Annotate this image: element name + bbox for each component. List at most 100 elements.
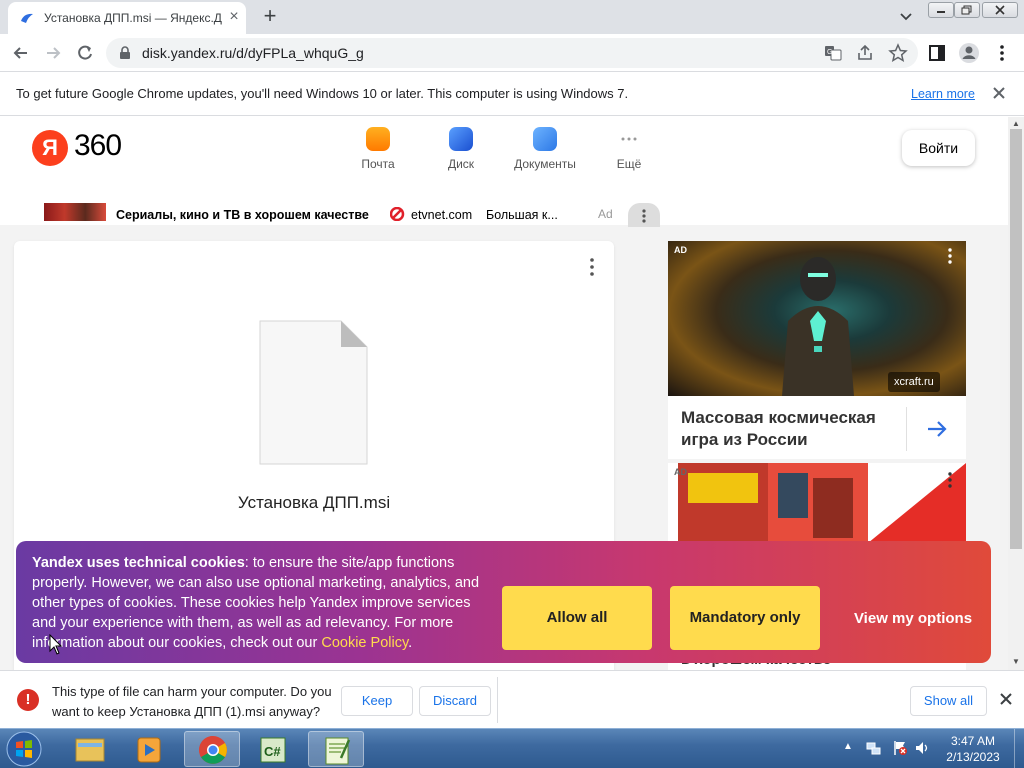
yandex-disk-favicon-icon bbox=[21, 13, 33, 23]
ad-menu-button[interactable] bbox=[628, 203, 660, 227]
address-bar[interactable]: disk.yandex.ru/d/dyFPLa_whquG_g G bbox=[106, 38, 918, 68]
show-all-button[interactable]: Show all bbox=[910, 686, 987, 716]
tab-close-icon[interactable]: × bbox=[224, 7, 244, 27]
scroll-down-arrow-icon[interactable]: ▼ bbox=[1012, 657, 1020, 666]
chrome-icon bbox=[199, 736, 227, 764]
ad-title[interactable]: Массовая космическая игра из России bbox=[681, 407, 891, 451]
tab-search-chevron-icon[interactable] bbox=[896, 6, 916, 26]
minimize-icon bbox=[937, 11, 945, 13]
ad-source[interactable]: xcraft.ru bbox=[888, 372, 940, 392]
arrow-right-icon[interactable] bbox=[923, 415, 951, 443]
mail-icon bbox=[366, 127, 390, 151]
ad-title[interactable]: Сериалы, кино и ТВ в хорошем качестве bbox=[116, 208, 369, 222]
cookie-message-bold: Yandex uses technical cookies bbox=[32, 555, 245, 571]
windows-taskbar: C# ▲ 3:47 AM 2/13/2023 bbox=[0, 728, 1024, 768]
restore-icon bbox=[961, 5, 972, 15]
update-infobar: To get future Google Chrome updates, you… bbox=[0, 72, 1024, 116]
close-icon bbox=[995, 5, 1005, 15]
file-document-icon bbox=[259, 320, 368, 465]
more-dots-icon bbox=[621, 137, 637, 141]
reload-icon[interactable] bbox=[72, 40, 98, 66]
window-minimize-button[interactable] bbox=[928, 2, 954, 18]
bookmark-star-icon[interactable] bbox=[888, 43, 908, 63]
view-my-options-button[interactable]: View my options bbox=[838, 586, 988, 650]
kebab-menu-icon[interactable] bbox=[994, 42, 1010, 64]
service-label: Диск bbox=[447, 157, 475, 171]
tray-expand-icon[interactable]: ▲ bbox=[843, 741, 853, 752]
page-content: Я 360 Почта Диск Документы Ещё Войти Сер… bbox=[0, 117, 1008, 670]
taskbar-media-player[interactable] bbox=[122, 731, 178, 767]
side-ad-game[interactable]: AD xcraft.ru Массовая космическая игра и… bbox=[668, 241, 966, 459]
ad-strip[interactable]: Сериалы, кино и ТВ в хорошем качестве et… bbox=[0, 197, 1008, 227]
windows-start-icon[interactable] bbox=[4, 730, 44, 768]
allow-all-button[interactable]: Allow all bbox=[502, 586, 652, 650]
ad-description[interactable]: Большая к... bbox=[486, 208, 558, 222]
ad-thumbnail[interactable] bbox=[44, 203, 106, 221]
discard-button[interactable]: Discard bbox=[419, 686, 491, 716]
close-icon[interactable] bbox=[998, 691, 1014, 707]
yandex-logo[interactable]: Я bbox=[32, 130, 68, 166]
mouse-cursor-icon bbox=[49, 634, 63, 655]
lock-icon[interactable] bbox=[118, 46, 132, 60]
scrollbar-thumb[interactable] bbox=[1010, 129, 1022, 549]
taskbar-explorer[interactable] bbox=[62, 731, 118, 767]
media-player-icon bbox=[137, 737, 161, 763]
window-restore-button[interactable] bbox=[954, 2, 980, 18]
cookie-banner: Yandex uses technical cookies: to ensure… bbox=[16, 541, 991, 663]
taskbar-csharp[interactable]: C# bbox=[246, 731, 302, 767]
service-label: Ещё bbox=[616, 157, 642, 171]
clock-time[interactable]: 3:47 AM bbox=[936, 734, 1010, 748]
infobar-close-icon[interactable] bbox=[990, 84, 1008, 102]
kebab-menu-icon[interactable] bbox=[946, 247, 954, 265]
share-icon[interactable] bbox=[856, 44, 874, 62]
ad-tag: AD bbox=[674, 467, 687, 477]
mandatory-only-button[interactable]: Mandatory only bbox=[670, 586, 820, 650]
ad-domain[interactable]: etvnet.com bbox=[411, 208, 472, 222]
taskbar-chrome[interactable] bbox=[184, 731, 240, 767]
warning-icon: ! bbox=[17, 689, 39, 711]
browser-tab[interactable]: Установка ДПП.msi — Яндекс.Д × bbox=[8, 2, 246, 34]
new-tab-button[interactable]: + bbox=[258, 4, 282, 28]
window-close-button[interactable] bbox=[982, 2, 1018, 18]
back-arrow-icon[interactable] bbox=[8, 40, 34, 66]
csharp-icon: C# bbox=[260, 737, 286, 763]
download-shelf: ! This type of file can harm your comput… bbox=[0, 670, 1024, 728]
kebab-menu-icon[interactable] bbox=[588, 257, 596, 277]
translate-icon[interactable]: G bbox=[824, 44, 842, 62]
learn-more-link[interactable]: Learn more bbox=[911, 87, 975, 101]
kebab-menu-icon bbox=[642, 209, 646, 223]
ad-tag: AD bbox=[674, 245, 687, 255]
svg-text:C#: C# bbox=[264, 744, 281, 759]
cookie-message: Yandex uses technical cookies: to ensure… bbox=[32, 553, 494, 653]
network-icon[interactable] bbox=[866, 740, 882, 756]
clock-date[interactable]: 2/13/2023 bbox=[936, 750, 1010, 764]
tab-strip: Установка ДПП.msi — Яндекс.Д × + bbox=[0, 0, 1024, 34]
taskbar-notepad-plus-plus[interactable] bbox=[308, 731, 364, 767]
service-label: Почта bbox=[361, 157, 395, 171]
yandex-header: Я 360 Почта Диск Документы Ещё Войти bbox=[0, 117, 1008, 197]
keep-button[interactable]: Keep bbox=[341, 686, 413, 716]
browser-toolbar: disk.yandex.ru/d/dyFPLa_whquG_g G bbox=[0, 34, 1024, 72]
ad-image[interactable] bbox=[668, 463, 966, 543]
ad-label: Ad bbox=[598, 207, 613, 221]
profile-avatar-icon[interactable] bbox=[958, 42, 980, 64]
cookie-policy-link[interactable]: Cookie Policy bbox=[321, 635, 408, 651]
page-scrollbar[interactable]: ▲ ▼ bbox=[1008, 117, 1024, 670]
ad-image[interactable]: AD xcraft.ru bbox=[668, 241, 966, 396]
login-button[interactable]: Войти bbox=[902, 130, 975, 166]
side-panel-icon[interactable] bbox=[928, 44, 946, 62]
scroll-up-arrow-icon[interactable]: ▲ bbox=[1012, 119, 1020, 128]
file-name: Установка ДПП.msi bbox=[237, 493, 391, 512]
show-desktop-button[interactable] bbox=[1014, 729, 1024, 768]
url-text[interactable]: disk.yandex.ru/d/dyFPLa_whquG_g bbox=[142, 45, 364, 61]
kebab-menu-icon[interactable] bbox=[946, 471, 954, 489]
cookie-message-end: . bbox=[408, 635, 413, 651]
volume-icon[interactable] bbox=[914, 740, 930, 756]
etvnet-logo-icon bbox=[390, 207, 405, 221]
yandex-360-logo-text[interactable]: 360 bbox=[74, 129, 122, 163]
download-warning-text: This type of file can harm your computer… bbox=[52, 684, 332, 719]
action-center-flag-icon[interactable] bbox=[892, 740, 908, 756]
svg-text:G: G bbox=[827, 49, 832, 56]
divider bbox=[497, 677, 498, 723]
forward-arrow-icon[interactable] bbox=[40, 40, 66, 66]
